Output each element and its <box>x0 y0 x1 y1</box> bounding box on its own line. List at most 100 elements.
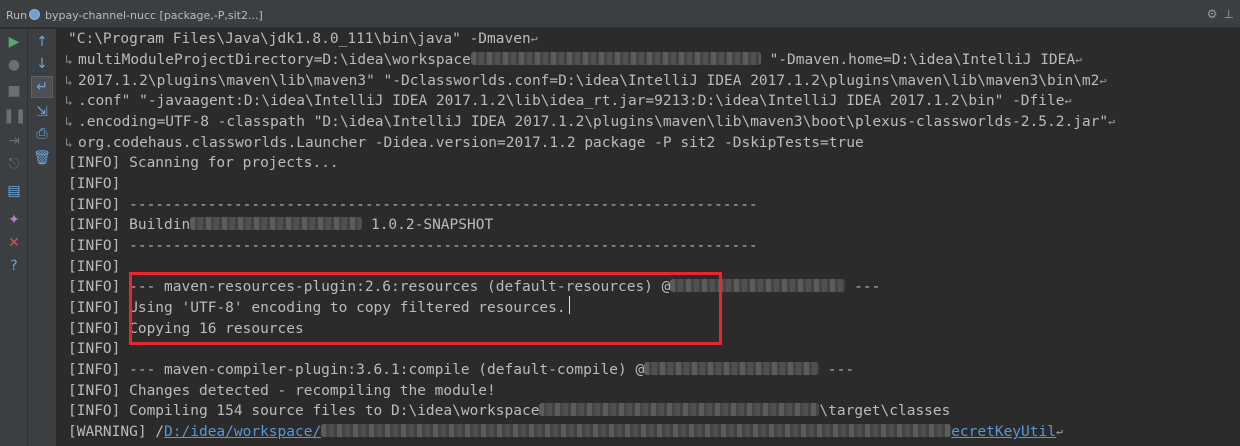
pause-icon[interactable]: ■ <box>3 80 25 102</box>
console-line: ↳ org.codehaus.classworlds.Launcher -Dide… <box>65 133 864 154</box>
console-line: [INFO] <box>68 339 120 360</box>
file-link[interactable]: ecretKeyUtil <box>951 424 1056 440</box>
console-line: [INFO] --- maven-resources-plugin:2.6:re… <box>68 277 880 298</box>
log-level: [INFO] <box>68 155 121 171</box>
dump-threads-icon[interactable]: ⇥ <box>3 130 25 152</box>
run-toolbar-primary: ▶ ● ■ ❚❚ ⇥ ⎋ ▤ ✦ ✕ ? <box>0 29 28 446</box>
console-line-text: 1.0.2-SNAPSHOT <box>362 217 494 233</box>
console-line: ↳ .encoding=UTF-8 -classpath "D:\idea\Int… <box>65 112 1116 133</box>
continuation-icon: ↳ <box>65 94 73 109</box>
console-line-text: --- maven-resources-plugin:2.6:resources… <box>120 279 671 295</box>
log-level: [INFO] <box>68 176 121 192</box>
soft-wrap-icon: ↩ <box>1099 74 1107 88</box>
close-icon[interactable]: ✕ <box>3 232 25 254</box>
continuation-icon: ↳ <box>65 53 73 68</box>
soft-wrap-icon: ↩ <box>530 32 538 46</box>
console-line: [WARNING] /D:/idea/workspace/ecretKeyUti… <box>68 422 1063 443</box>
console-line: ↳ .conf" "-javaagent:D:\idea\IntelliJ IDE… <box>65 91 1072 112</box>
clear-icon[interactable]: 🗑 <box>31 147 53 169</box>
console-line: [INFO] Compiling 154 source files to D:\… <box>68 401 950 422</box>
console-line: [INFO] Changes detected - recompiling th… <box>68 381 496 402</box>
layout-icon[interactable]: ▤ <box>3 180 25 202</box>
redacted-text <box>321 424 952 437</box>
console-line-text: Compiling 154 source files to D:\idea\wo… <box>120 403 540 419</box>
console-line: [INFO] --- maven-compiler-plugin:3.6.1:c… <box>68 360 854 381</box>
scroll-to-end-icon[interactable]: ⇲ <box>31 101 53 123</box>
console-line: ↳ multiModuleProjectDirectory=D:\idea\wor… <box>65 50 1083 71</box>
log-level: [INFO] <box>68 383 121 399</box>
console-line-text: 2017.1.2\plugins\maven\lib\maven3" "-Dcl… <box>78 73 1100 89</box>
pin-tab-icon[interactable]: ✦ <box>3 209 25 231</box>
log-level: [WARNING] <box>68 424 147 440</box>
redacted-text <box>470 52 761 65</box>
continuation-icon: ↳ <box>65 136 73 151</box>
console-line-text: "-Dmaven.home=D:\idea\IntelliJ IDEA <box>760 52 1076 68</box>
console-line-text: org.codehaus.classworlds.Launcher -Didea… <box>78 135 864 151</box>
rerun-icon[interactable]: ▶ <box>3 31 25 53</box>
console-output[interactable]: "C:\Program Files\Java\jdk1.8.0_111\bin\… <box>58 29 1240 446</box>
log-level: [INFO] <box>68 362 121 378</box>
console-line: [INFO] <box>68 257 120 278</box>
console-line-text: --- maven-compiler-plugin:3.6.1:compile … <box>120 362 645 378</box>
step-icon[interactable]: ❚❚ <box>3 105 26 127</box>
console-line-text: Buildin <box>120 217 191 233</box>
continuation-icon: ↳ <box>65 115 73 130</box>
console-line-text: .conf" "-javaagent:D:\idea\IntelliJ IDEA… <box>78 93 1065 109</box>
up-icon[interactable]: ↑ <box>31 31 53 53</box>
soft-wrap-icon[interactable]: ↵ <box>31 76 53 98</box>
log-level: [INFO] <box>68 403 121 419</box>
exit-icon[interactable]: ⎋ <box>3 153 25 175</box>
log-level: [INFO] <box>68 279 121 295</box>
redacted-text <box>190 217 363 230</box>
console-line: [INFO] <box>68 174 120 195</box>
stop-icon[interactable]: ● <box>3 54 25 76</box>
log-level: [INFO] <box>68 321 121 337</box>
console-line-text: "C:\Program Files\Java\jdk1.8.0_111\bin\… <box>68 31 531 47</box>
header-actions: ⚙ ⊥ <box>1201 7 1234 21</box>
console-line: [INFO] Copying 16 resources <box>68 319 304 340</box>
log-level: [INFO] <box>68 238 121 254</box>
console-line-text: ----------------------------------------… <box>120 197 758 213</box>
file-link[interactable]: D:/idea/workspace/ <box>164 424 321 440</box>
console-line-text: --- <box>845 279 881 295</box>
console-line-text: Copying 16 resources <box>120 321 304 337</box>
text-cursor <box>569 296 570 314</box>
run-config-tab[interactable]: bypay-channel-nucc [package,-P,sit2...] <box>45 9 263 22</box>
console-line: "C:\Program Files\Java\jdk1.8.0_111\bin\… <box>68 29 538 50</box>
log-level: [INFO] <box>68 197 121 213</box>
continuation-icon: ↳ <box>65 74 73 89</box>
console-line: [INFO] ---------------------------------… <box>68 195 758 216</box>
run-toolbar-secondary: ↑ ↓ ↵ ⇲ ⎙ 🗑 <box>28 29 57 446</box>
run-config-icon <box>29 9 40 20</box>
soft-wrap-icon: ↩ <box>1108 115 1116 129</box>
print-icon[interactable]: ⎙ <box>31 123 53 145</box>
console-line: [INFO] Scanning for projects... <box>68 153 339 174</box>
console-line-text: --- <box>819 362 855 378</box>
down-icon[interactable]: ↓ <box>31 53 53 75</box>
console-line-text: multiModuleProjectDirectory=D:\idea\work… <box>78 52 471 68</box>
console-line-text: \target\classes <box>819 403 951 419</box>
log-level: [INFO] <box>68 217 121 233</box>
console-line-text: .encoding=UTF-8 -classpath "D:\idea\Inte… <box>78 114 1109 130</box>
console-line: [INFO] Using 'UTF-8' encoding to copy fi… <box>68 298 566 319</box>
console-line: ↳ 2017.1.2\plugins\maven\lib\maven3" "-Dc… <box>65 71 1107 92</box>
log-level: [INFO] <box>68 300 121 316</box>
soft-wrap-icon: ↩ <box>1075 53 1083 67</box>
console-line-text: Using 'UTF-8' encoding to copy filtered … <box>120 300 566 316</box>
redacted-text <box>670 279 846 292</box>
console-line-text: / <box>146 424 165 440</box>
log-level: [INFO] <box>68 259 121 275</box>
console-line-text: Scanning for projects... <box>120 155 339 171</box>
run-tool-window-header: Run bypay-channel-nucc [package,-P,sit2.… <box>0 0 1240 28</box>
soft-wrap-icon: ↩ <box>1064 94 1072 108</box>
redacted-text <box>539 403 820 416</box>
console-line-text: Changes detected - recompiling the modul… <box>120 383 496 399</box>
soft-wrap-icon: ↩ <box>1055 425 1064 439</box>
console-line-text: ----------------------------------------… <box>120 238 758 254</box>
run-label: Run <box>6 9 28 22</box>
redacted-text <box>644 362 820 375</box>
console-line: [INFO] Buildin 1.0.2-SNAPSHOT <box>68 215 493 236</box>
help-icon[interactable]: ? <box>3 255 25 277</box>
pin-icon[interactable]: ⊥ <box>1224 7 1234 21</box>
gear-icon[interactable]: ⚙ <box>1207 7 1218 21</box>
